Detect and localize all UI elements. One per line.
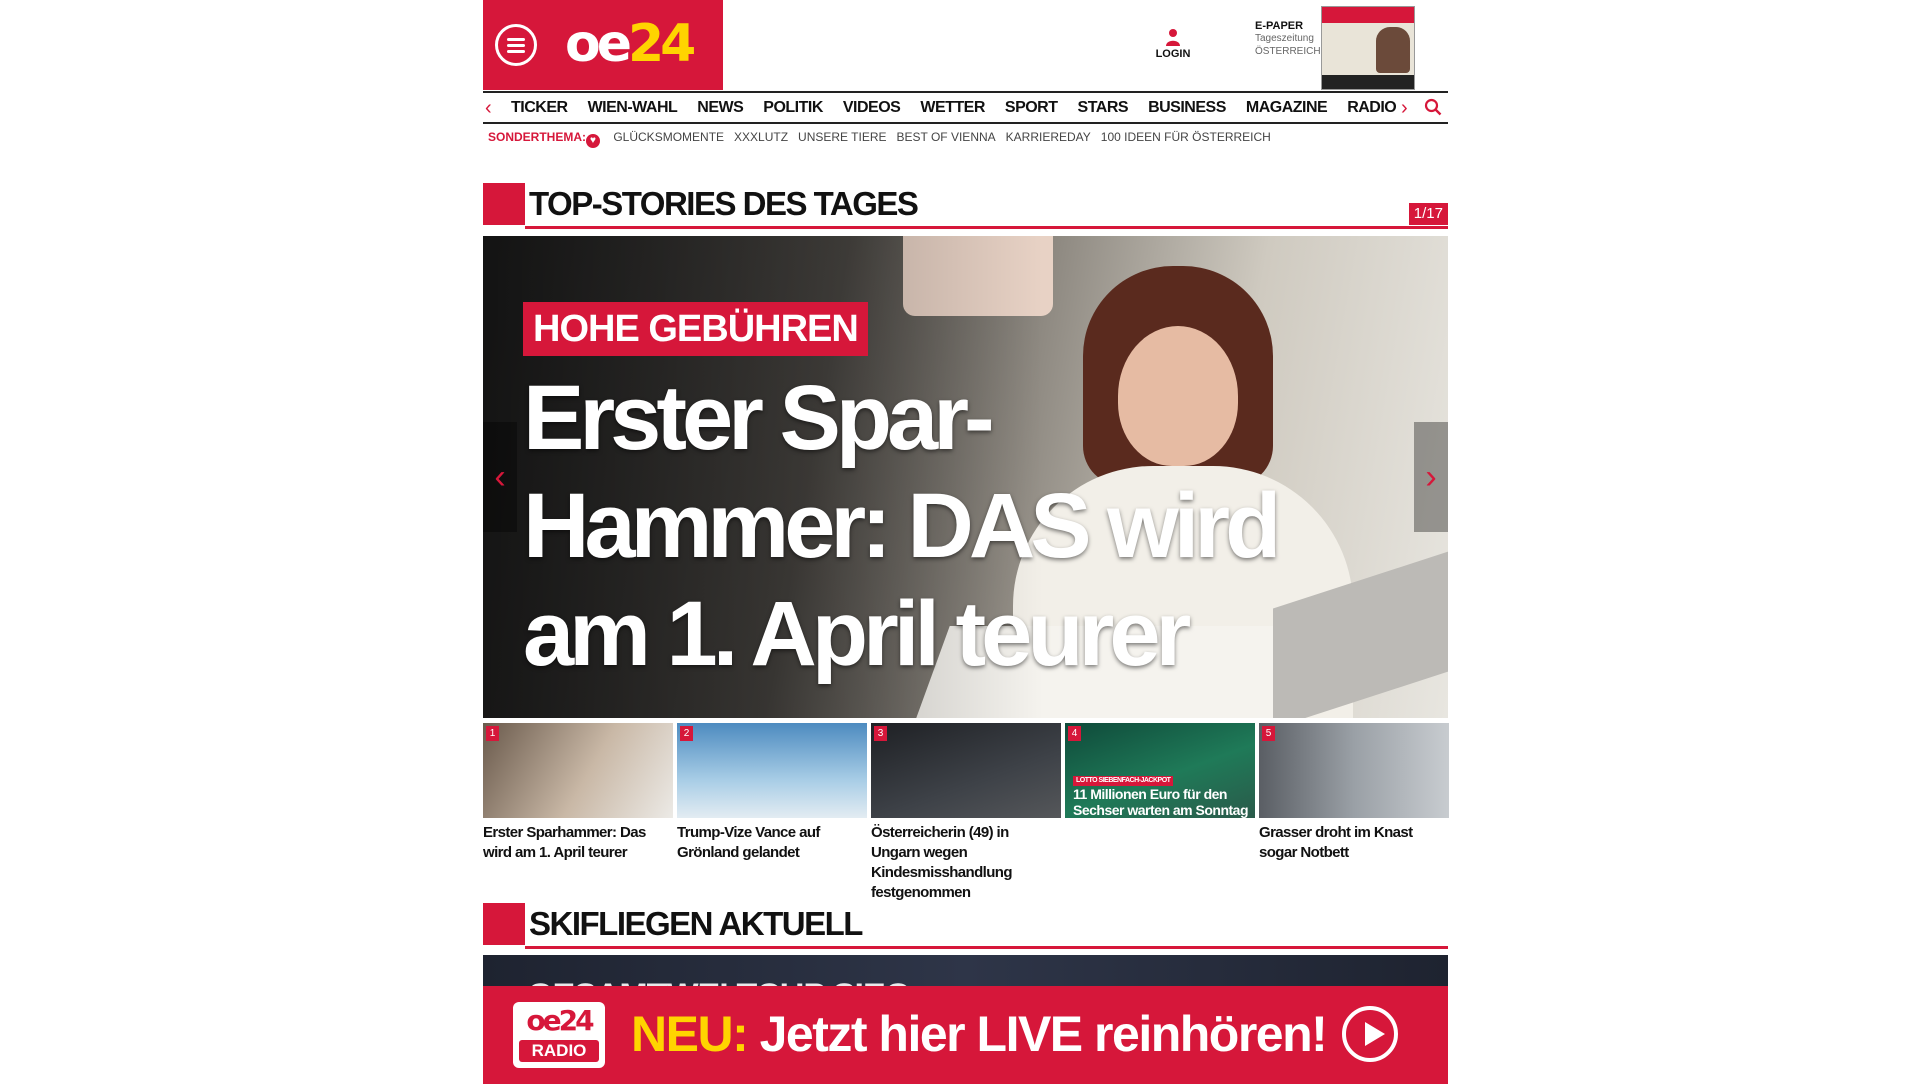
- nav-item-wetter[interactable]: WETTER: [920, 93, 985, 122]
- teaser-caption: Trump-Vize Vance auf Grönland gelandet: [677, 824, 820, 861]
- epaper-subtitle-2: ÖSTERREICH: [1255, 46, 1321, 57]
- hero-headline[interactable]: Erster Spar-Hammer: DAS wird am 1. April…: [523, 364, 1303, 688]
- slider-next-icon[interactable]: ›: [1414, 422, 1448, 532]
- logo-accent: 24: [628, 14, 696, 74]
- radio-cta-text: Jetzt hier LIVE reinhören!: [759, 1006, 1328, 1062]
- special-topics-bar: SONDERTHEMA: ♥ GLÜCKSMOMENTE XXXLUTZ UNSERE…: [488, 130, 1271, 148]
- nav-next-icon[interactable]: ›: [1401, 95, 1408, 121]
- special-topic-link[interactable]: GLÜCKSMOMENTE: [613, 130, 724, 144]
- top-stories-header: TOP-STORIES DES TAGES 1/17: [483, 183, 1448, 231]
- site-logo[interactable]: oe24: [565, 12, 696, 76]
- teaser-number: 4: [1068, 726, 1081, 741]
- nav-item-radio[interactable]: RADIO: [1347, 93, 1397, 122]
- nav-prev-icon[interactable]: ‹: [485, 95, 492, 121]
- ski-section-header: SKIFLIEGEN AKTUELL: [483, 903, 1448, 951]
- teaser-image: 5: [1259, 723, 1449, 818]
- nav-item-videos[interactable]: VIDEOS: [843, 93, 901, 122]
- epaper-title: E-PAPER: [1255, 20, 1304, 32]
- radio-logo: oe24 RADIO: [513, 1002, 605, 1068]
- nav-items: TICKER WIEN-WAHL NEWS POLITIK VIDEOS WETTER SP…: [511, 93, 1401, 122]
- nav-item-business[interactable]: BUSINESS: [1148, 93, 1226, 122]
- slide-counter: 1/17: [1408, 203, 1448, 225]
- hero-slide[interactable]: HOHE GEBÜHREN Erster Spar-Hammer: DAS wi…: [483, 236, 1448, 718]
- slider-prev-icon[interactable]: ‹: [483, 422, 517, 532]
- teaser-caption: Österreicherin (49) in Ungarn wegen Kind…: [871, 824, 1012, 901]
- nav-item-sport[interactable]: SPORT: [1005, 93, 1058, 122]
- play-icon[interactable]: [1342, 1006, 1398, 1062]
- section-marker: [483, 183, 525, 225]
- teaser-item[interactable]: 2 Trump-Vize Vance auf Grönland gelandet: [677, 723, 867, 863]
- nav-item-politik[interactable]: POLITIK: [763, 93, 823, 122]
- section-divider: [525, 946, 1448, 949]
- epaper-subtitle-1: Tageszeitung: [1255, 33, 1314, 44]
- teaser-overlay-tag: LOTTO SIEBENFACH-JACKPOT: [1073, 776, 1174, 786]
- section-marker: [483, 903, 525, 945]
- top-stories-teaser-list: 1 Erster Sparhammer: Das wird am 1. Apri…: [483, 723, 1449, 901]
- nav-item-ticker[interactable]: TICKER: [511, 93, 568, 122]
- site-header-logo-area[interactable]: oe24: [483, 0, 723, 90]
- special-topic-link[interactable]: XXXLUTZ: [734, 130, 788, 144]
- epaper-cover-thumbnail[interactable]: [1321, 6, 1415, 90]
- radio-new-label: NEU:: [631, 1006, 749, 1062]
- nav-item-news[interactable]: NEWS: [697, 93, 744, 122]
- teaser-number: 2: [680, 726, 693, 741]
- nav-item-stars[interactable]: STARS: [1078, 93, 1129, 122]
- teaser-image: 3: [871, 723, 1061, 818]
- radio-logo-main: oe24: [526, 1004, 594, 1037]
- teaser-number: 3: [874, 726, 887, 741]
- teaser-item[interactable]: 3 Österreicherin (49) in Ungarn wegen Ki…: [871, 723, 1061, 903]
- radio-banner-text: NEU: Jetzt hier LIVE reinhören!: [631, 1004, 1328, 1064]
- login-label: LOGIN: [1155, 48, 1191, 60]
- teaser-item[interactable]: 4 LOTTO SIEBENFACH-JACKPOT 11 Millionen …: [1065, 723, 1255, 823]
- special-topic-link[interactable]: 100 IDEEN FÜR ÖSTERREICH: [1101, 130, 1271, 144]
- teaser-overlay: LOTTO SIEBENFACH-JACKPOT 11 Millionen Eu…: [1073, 769, 1255, 818]
- user-icon: [1166, 29, 1180, 46]
- teaser-overlay-text: 11 Millionen Euro für den Sechser warten…: [1073, 786, 1249, 818]
- teaser-image: 1: [483, 723, 673, 818]
- special-topic-label: SONDERTHEMA:: [488, 130, 586, 144]
- heart-icon: ♥: [586, 134, 600, 148]
- page: oe24 LOGIN E-PAPER Tageszeitung ÖSTERREI…: [483, 0, 1449, 1084]
- section-title: TOP-STORIES DES TAGES: [529, 185, 919, 222]
- teaser-item[interactable]: 5 Grasser droht im Knast sogar Notbett: [1259, 723, 1449, 863]
- menu-icon[interactable]: [495, 24, 537, 66]
- radio-logo-sub: RADIO: [519, 1040, 599, 1062]
- special-topic-link[interactable]: UNSERE TIERE: [798, 130, 886, 144]
- teaser-caption: Grasser droht im Knast sogar Notbett: [1259, 824, 1413, 861]
- teaser-item[interactable]: 1 Erster Sparhammer: Das wird am 1. Apri…: [483, 723, 673, 863]
- teaser-image: 2: [677, 723, 867, 818]
- logo-main: oe: [565, 14, 632, 74]
- teaser-image: 4 LOTTO SIEBENFACH-JACKPOT 11 Millionen …: [1065, 723, 1255, 818]
- nav-item-magazine[interactable]: MAGAZINE: [1246, 93, 1328, 122]
- login-button[interactable]: LOGIN: [1153, 28, 1193, 60]
- section-divider: [525, 226, 1448, 229]
- special-topic-link[interactable]: KARRIEREDAY: [1006, 130, 1091, 144]
- special-topic-link[interactable]: BEST OF VIENNA: [897, 130, 996, 144]
- main-navigation: ‹ TICKER WIEN-WAHL NEWS POLITIK VIDEOS WETTER…: [483, 91, 1448, 124]
- search-icon[interactable]: [1424, 98, 1442, 116]
- section-title: SKIFLIEGEN AKTUELL: [529, 905, 863, 942]
- hero-kicker: HOHE GEBÜHREN: [523, 302, 868, 356]
- nav-item-wien-wahl[interactable]: WIEN-WAHL: [588, 93, 678, 122]
- teaser-number: 5: [1262, 726, 1275, 741]
- radio-live-banner[interactable]: oe24 RADIO NEU: Jetzt hier LIVE reinhöre…: [483, 986, 1448, 1084]
- teaser-number: 1: [486, 726, 499, 741]
- teaser-caption: Erster Sparhammer: Das wird am 1. April …: [483, 824, 646, 861]
- epaper-link[interactable]: E-PAPER Tageszeitung ÖSTERREICH: [1255, 20, 1321, 58]
